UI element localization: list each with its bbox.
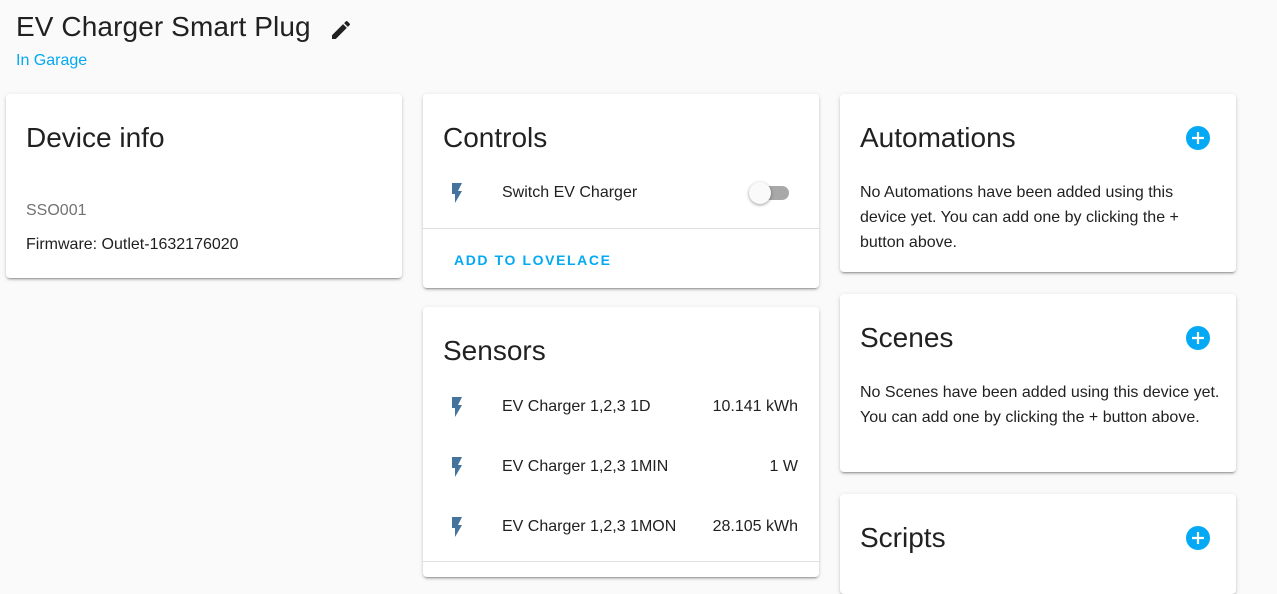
- automations-card: Automations No Automations have been add…: [840, 94, 1236, 272]
- device-firmware: Firmware: Outlet-1632176020: [26, 236, 239, 253]
- add-automation-button[interactable]: [1186, 126, 1210, 150]
- controls-card: Controls Switch EV Charger ADD TO LOVELA…: [423, 94, 819, 288]
- controls-title: Controls: [443, 122, 548, 153]
- area-link[interactable]: In Garage: [16, 52, 355, 70]
- switch-toggle[interactable]: [749, 181, 793, 205]
- add-scene-button[interactable]: [1186, 326, 1210, 350]
- sensors-title: Sensors: [443, 335, 546, 366]
- add-script-button[interactable]: [1186, 526, 1210, 550]
- sensor-row[interactable]: EV Charger 1,2,3 1MON 28.105 kWh: [423, 507, 819, 547]
- sensor-name[interactable]: EV Charger 1,2,3 1MIN: [502, 458, 668, 476]
- page-title: EV Charger Smart Plug: [16, 11, 311, 42]
- title-row: EV Charger Smart Plug: [16, 10, 355, 44]
- page-header: EV Charger Smart Plug In Garage: [16, 10, 355, 70]
- sensor-state: 28.105 kWh: [712, 518, 798, 535]
- sensor-state: 10.141 kWh: [712, 398, 798, 415]
- control-name[interactable]: Switch EV Charger: [502, 184, 637, 202]
- scenes-card: Scenes No Scenes have been added using t…: [840, 294, 1236, 472]
- flash-icon: [452, 457, 462, 477]
- automations-empty-text: No Automations have been added using thi…: [860, 184, 1179, 251]
- sensor-name[interactable]: EV Charger 1,2,3 1MON: [502, 518, 676, 536]
- scenes-title: Scenes: [860, 322, 954, 353]
- sensor-state: 1 W: [769, 458, 798, 475]
- flash-icon: [452, 183, 462, 203]
- card-divider: [423, 228, 819, 229]
- scripts-title: Scripts: [860, 522, 946, 553]
- device-info-title: Device info: [26, 122, 165, 153]
- sensor-row[interactable]: EV Charger 1,2,3 1D 10.141 kWh: [423, 387, 819, 427]
- flash-icon: [452, 397, 462, 417]
- control-row-switch-ev-charger[interactable]: Switch EV Charger: [423, 173, 819, 213]
- sensors-card: Sensors EV Charger 1,2,3 1D 10.141 kWh E…: [423, 307, 819, 577]
- scripts-card: Scripts: [840, 494, 1236, 594]
- add-to-lovelace-button[interactable]: ADD TO LOVELACE: [446, 246, 620, 274]
- device-info-card: Device info SSO001 Firmware: Outlet-1632…: [6, 94, 402, 278]
- device-model: SSO001: [26, 202, 87, 219]
- scenes-empty-text: No Scenes have been added using this dev…: [860, 384, 1220, 426]
- pencil-icon: [331, 20, 350, 39]
- flash-icon: [452, 517, 462, 537]
- sensor-name[interactable]: EV Charger 1,2,3 1D: [502, 398, 651, 416]
- toggle-thumb: [749, 182, 771, 204]
- automations-title: Automations: [860, 122, 1016, 153]
- sensor-row[interactable]: EV Charger 1,2,3 1MIN 1 W: [423, 447, 819, 487]
- card-divider: [423, 561, 819, 562]
- edit-device-button[interactable]: [327, 16, 355, 44]
